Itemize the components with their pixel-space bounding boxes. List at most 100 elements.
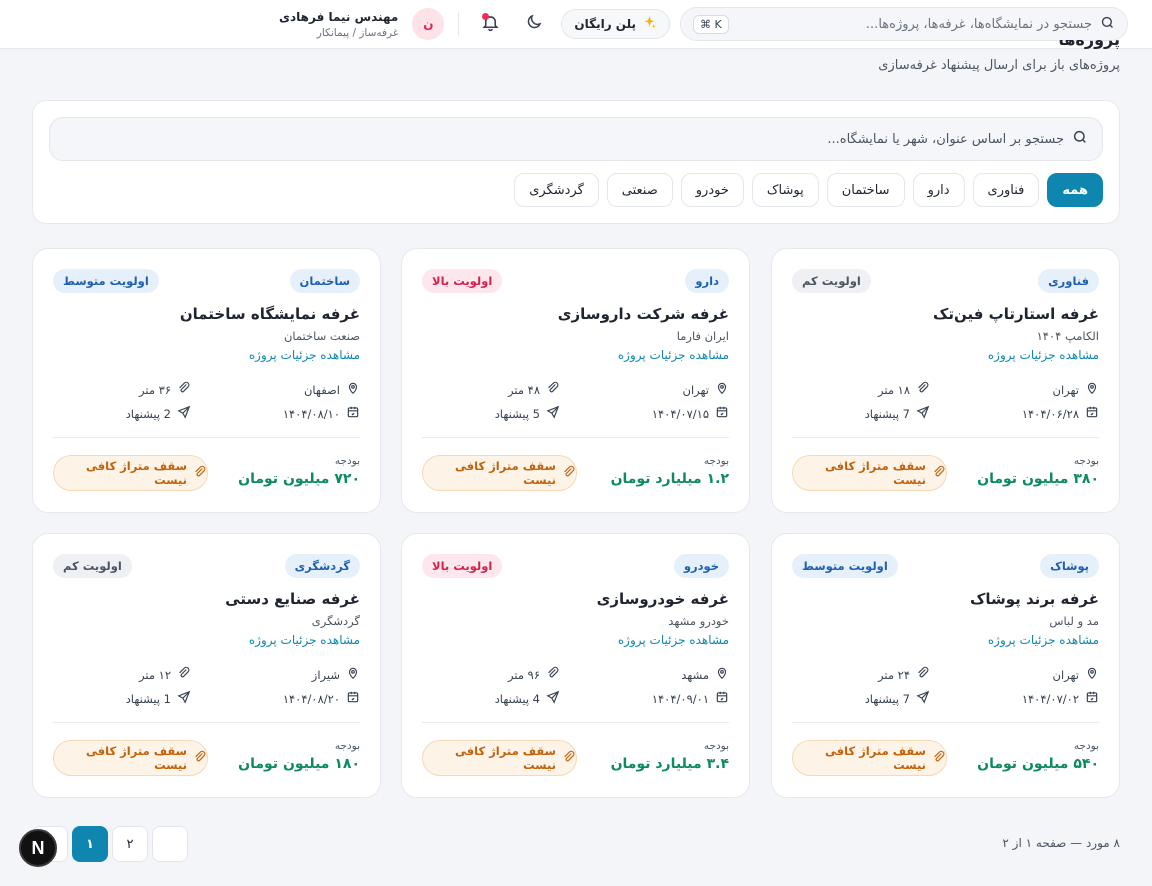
budget-value: ۳.۴ میلیارد تومان [610,756,729,772]
warning-label: سقف متراژ کافی نیست [825,744,926,772]
view-details-link[interactable]: مشاهده جزئیات پروژه [988,348,1099,362]
warning-label: سقف متراژ کافی نیست [86,744,187,772]
result-summary: ۸ مورد — صفحه ۱ از ۲ [1002,836,1120,850]
free-plan-button[interactable]: پلن رایگان [561,9,670,39]
city-meta: تهران [683,381,730,398]
user-name: مهندس نیما فرهادی [279,9,399,24]
calendar-icon [346,690,360,707]
area-limit-warning-button[interactable]: سقف متراژ کافی نیست [792,455,947,491]
project-search-input[interactable]: جستجو بر اساس عنوان، شهر یا نمایشگاه... [49,117,1103,161]
send-icon [546,405,560,422]
area-value: ۲۴ متر [878,667,910,682]
user-role: غرفه‌ساز / پیمانکار [316,26,399,39]
card-organizer: مد و لباس [1049,614,1099,628]
area-value: ۹۶ متر [508,667,540,682]
send-icon [916,405,930,422]
page-button-2[interactable]: ۲ [112,826,148,862]
category-badge: فناوری [1038,269,1099,293]
date-meta: ۱۴۰۴/۰۹/۰۱ [652,690,729,707]
moon-icon [525,13,543,35]
avatar[interactable]: ن [412,8,445,40]
date-value: ۱۴۰۴/۰۸/۲۰ [282,691,340,706]
project-card[interactable]: فناوری اولویت کم غرفه استارتاپ فین‌تک ال… [771,248,1120,513]
view-details-link[interactable]: مشاهده جزئیات پروژه [618,348,729,362]
dev-tools-badge[interactable]: N [19,829,57,867]
send-icon [546,690,560,707]
page-subtitle: پروژه‌های باز برای ارسال پیشنهاد غرفه‌سا… [878,58,1120,73]
proposals-meta: 4 پیشنهاد [495,690,560,707]
card-organizer: گردشگری [311,614,360,628]
calendar-icon [346,405,360,422]
warning-label: سقف متراژ کافی نیست [86,459,187,487]
chip-all[interactable]: همه [1047,173,1103,207]
area-limit-warning-button[interactable]: سقف متراژ کافی نیست [422,740,577,776]
chip-industrial[interactable]: صنعتی [606,173,673,207]
city-meta: تهران [1053,666,1100,683]
notifications-button[interactable] [473,7,507,41]
search-icon [1072,129,1088,149]
card-organizer: خودرو مشهد [668,614,729,628]
date-meta: ۱۴۰۴/۰۷/۱۵ [652,405,729,422]
send-icon [916,690,930,707]
card-organizer: صنعت ساختمان [283,329,360,343]
card-divider [53,437,360,438]
paperclip-icon [932,465,946,482]
view-details-link[interactable]: مشاهده جزئیات پروژه [249,348,360,362]
theme-toggle-button[interactable] [517,7,551,41]
proposals-value: 7 پیشنهاد [864,406,910,421]
view-details-link[interactable]: مشاهده جزئیات پروژه [988,633,1099,647]
view-details-link[interactable]: مشاهده جزئیات پروژه [249,633,360,647]
chip-construction[interactable]: ساختمان [826,173,905,207]
priority-badge: اولویت کم [792,269,871,293]
city-value: مشهد [681,667,709,682]
project-card[interactable]: دارو اولویت بالا غرفه شرکت داروسازی ایرا… [401,248,750,513]
global-search-placeholder: جستجو در نمایشگاه‌ها، غرفه‌ها، پروژه‌ها.… [865,16,1092,32]
category-chips: همه فناوری دارو ساختمان پوشاک خودرو صنعت… [514,173,1103,207]
card-organizer: الکامپ ۱۴۰۴ [1036,329,1099,343]
card-divider [422,437,729,438]
shortcut-hint: ⌘ K [693,14,729,34]
page-button-1[interactable]: ۱ [72,826,108,862]
city-value: تهران [1052,667,1080,682]
next-page-button[interactable] [152,826,188,862]
proposals-meta: 7 پیشنهاد [865,690,930,707]
view-details-link[interactable]: مشاهده جزئیات پروژه [618,633,729,647]
category-badge: گردشگری [284,554,360,578]
date-meta: ۱۴۰۴/۰۸/۱۰ [283,405,360,422]
city-meta: مشهد [681,666,729,683]
chip-apparel[interactable]: پوشاک [751,173,819,207]
project-card[interactable]: خودرو اولویت بالا غرفه خودروسازی خودرو م… [401,533,750,798]
paperclip-icon [177,381,191,398]
area-meta: ۳۶ متر [139,381,191,398]
card-title: غرفه صنایع دستی [225,590,360,608]
location-pin-icon [1085,381,1099,398]
date-value: ۱۴۰۴/۰۹/۰۱ [651,691,709,706]
project-card[interactable]: پوشاک اولویت متوسط غرفه برند پوشاک مد و … [771,533,1120,798]
project-search-placeholder: جستجو بر اساس عنوان، شهر یا نمایشگاه... [827,131,1064,147]
category-badge: دارو [685,269,729,293]
area-limit-warning-button[interactable]: سقف متراژ کافی نیست [792,740,947,776]
area-limit-warning-button[interactable]: سقف متراژ کافی نیست [53,740,208,776]
project-card[interactable]: گردشگری اولویت کم غرفه صنایع دستی گردشگر… [32,533,381,798]
chip-pharma[interactable]: دارو [912,173,965,207]
chip-technology[interactable]: فناوری [972,173,1040,207]
chip-automotive[interactable]: خودرو [680,173,744,207]
project-card[interactable]: ساختمان اولویت متوسط غرفه نمایشگاه ساختم… [32,248,381,513]
city-meta: شیراز [312,666,360,683]
city-value: تهران [1052,382,1080,397]
user-info[interactable]: مهندس نیما فرهادی غرفه‌ساز / پیمانکار [279,10,398,39]
area-limit-warning-button[interactable]: سقف متراژ کافی نیست [53,455,208,491]
chip-tourism[interactable]: گردشگری [514,173,599,207]
proposals-value: 2 پیشنهاد [125,406,171,421]
category-badge: پوشاک [1040,554,1099,578]
calendar-icon [715,690,729,707]
city-meta: اصفهان [304,381,360,398]
budget-label: بودجه [334,455,360,467]
proposals-meta: 2 پیشنهاد [126,405,191,422]
card-title: غرفه برند پوشاک [970,590,1099,608]
proposals-meta: 5 پیشنهاد [495,405,560,422]
global-search-input[interactable]: جستجو در نمایشگاه‌ها، غرفه‌ها، پروژه‌ها.… [680,7,1128,41]
card-title: غرفه شرکت داروسازی [557,305,729,323]
area-value: ۱۸ متر [878,382,910,397]
area-limit-warning-button[interactable]: سقف متراژ کافی نیست [422,455,577,491]
